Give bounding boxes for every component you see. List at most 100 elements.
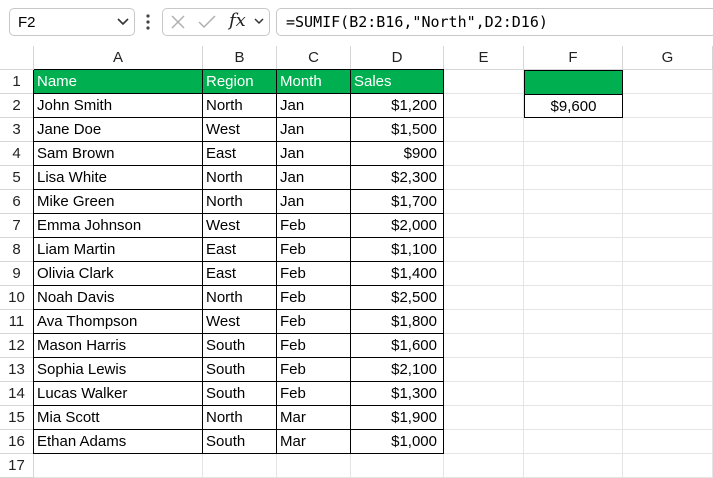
row-header-1[interactable]: 1 [0, 70, 34, 94]
column-header-f[interactable]: F [524, 46, 623, 70]
table-cell[interactable]: North [203, 286, 277, 310]
table-cell[interactable]: Mar [277, 406, 351, 430]
row-header-16[interactable]: 16 [0, 430, 34, 454]
row-header-13[interactable]: 13 [0, 358, 34, 382]
table-cell[interactable]: North [203, 94, 277, 118]
table-cell[interactable]: $1,900 [351, 406, 444, 430]
column-header-a[interactable]: A [34, 46, 203, 70]
table-header-cell[interactable]: Month [277, 70, 351, 94]
table-cell[interactable]: $2,000 [351, 214, 444, 238]
table-cell[interactable]: Mason Harris [34, 334, 203, 358]
insert-function-icon[interactable]: fx [229, 10, 246, 31]
table-cell[interactable]: Lucas Walker [34, 382, 203, 406]
table-cell[interactable]: Lisa White [34, 166, 203, 190]
table-cell[interactable]: South [203, 358, 277, 382]
table-cell[interactable]: $1,700 [351, 190, 444, 214]
row-header-10[interactable]: 10 [0, 286, 34, 310]
column-header-d[interactable]: D [351, 46, 444, 70]
table-header-cell[interactable]: Region [203, 70, 277, 94]
table-cell[interactable]: East [203, 238, 277, 262]
row-header-12[interactable]: 12 [0, 334, 34, 358]
table-cell[interactable]: East [203, 142, 277, 166]
table-cell[interactable]: North [203, 190, 277, 214]
table-cell[interactable]: $900 [351, 142, 444, 166]
table-cell[interactable]: Noah Davis [34, 286, 203, 310]
table-cell[interactable]: $1,100 [351, 238, 444, 262]
table-cell[interactable]: Feb [277, 358, 351, 382]
table-cell[interactable]: Feb [277, 262, 351, 286]
table-cell[interactable]: Feb [277, 310, 351, 334]
table-cell[interactable]: Mia Scott [34, 406, 203, 430]
select-all-corner[interactable] [0, 46, 34, 70]
more-vertical-icon[interactable] [146, 13, 150, 31]
table-cell[interactable]: North [203, 406, 277, 430]
table-cell[interactable]: Sam Brown [34, 142, 203, 166]
result-header-cell[interactable] [524, 70, 623, 94]
table-cell[interactable]: Feb [277, 382, 351, 406]
table-cell[interactable]: Feb [277, 334, 351, 358]
table-cell[interactable]: John Smith [34, 94, 203, 118]
result-value-cell[interactable]: $9,600 [524, 94, 623, 118]
table-cell[interactable]: Jan [277, 94, 351, 118]
column-header-b[interactable]: B [203, 46, 277, 70]
table-cell[interactable]: $2,500 [351, 286, 444, 310]
worksheet-grid[interactable]: A B C D E F G 1 2 3 4 5 6 7 8 9 10 11 12 13 14 15 16 17 Name Regi… [0, 46, 713, 478]
column-header-c[interactable]: C [277, 46, 351, 70]
table-cell[interactable]: Sophia Lewis [34, 358, 203, 382]
table-cell[interactable]: Liam Martin [34, 238, 203, 262]
table-cell[interactable]: Jan [277, 166, 351, 190]
table-cell[interactable]: Ethan Adams [34, 430, 203, 454]
row-header-5[interactable]: 5 [0, 166, 34, 190]
row-header-15[interactable]: 15 [0, 406, 34, 430]
table-cell[interactable]: Jan [277, 190, 351, 214]
row-header-14[interactable]: 14 [0, 382, 34, 406]
table-cell[interactable]: Olivia Clark [34, 262, 203, 286]
table-header-cell[interactable]: Sales [351, 70, 444, 94]
table-cell[interactable]: Jan [277, 142, 351, 166]
table-cell[interactable]: Feb [277, 238, 351, 262]
row-header-17[interactable]: 17 [0, 454, 34, 478]
table-cell[interactable]: $1,500 [351, 118, 444, 142]
table-cell[interactable]: Emma Johnson [34, 214, 203, 238]
table-cell[interactable]: North [203, 166, 277, 190]
table-cell[interactable]: Mar [277, 430, 351, 454]
table-cell[interactable]: South [203, 334, 277, 358]
table-cell[interactable]: $2,100 [351, 358, 444, 382]
chevron-down-icon[interactable] [253, 15, 265, 27]
table-cell[interactable]: $1,200 [351, 94, 444, 118]
table-cell[interactable]: South [203, 430, 277, 454]
chevron-down-icon[interactable] [116, 14, 130, 28]
column-header-g[interactable]: G [623, 46, 713, 70]
table-cell[interactable]: West [203, 310, 277, 334]
row-header-6[interactable]: 6 [0, 190, 34, 214]
table-cell[interactable]: $1,000 [351, 430, 444, 454]
table-cell[interactable]: West [203, 118, 277, 142]
table-cell[interactable]: Feb [277, 286, 351, 310]
cancel-icon[interactable] [170, 14, 186, 30]
column-header-e[interactable]: E [444, 46, 524, 70]
name-box[interactable]: F2 [9, 8, 135, 36]
table-cell[interactable]: South [203, 382, 277, 406]
table-cell[interactable]: $2,300 [351, 166, 444, 190]
formula-input[interactable]: =SUMIF(B2:B16,"North",D2:D16) [276, 8, 713, 36]
table-header-cell[interactable]: Name [34, 70, 203, 94]
table-cell[interactable]: Ava Thompson [34, 310, 203, 334]
table-cell[interactable]: Jane Doe [34, 118, 203, 142]
table-cell[interactable]: Jan [277, 118, 351, 142]
row-header-2[interactable]: 2 [0, 94, 34, 118]
enter-check-icon[interactable] [197, 14, 217, 30]
row-header-9[interactable]: 9 [0, 262, 34, 286]
table-cell[interactable]: Mike Green [34, 190, 203, 214]
row-header-3[interactable]: 3 [0, 118, 34, 142]
row-header-8[interactable]: 8 [0, 238, 34, 262]
table-cell[interactable]: $1,300 [351, 382, 444, 406]
table-cell[interactable]: $1,800 [351, 310, 444, 334]
row-header-4[interactable]: 4 [0, 142, 34, 166]
table-cell[interactable]: West [203, 214, 277, 238]
table-cell[interactable]: $1,600 [351, 334, 444, 358]
row-header-7[interactable]: 7 [0, 214, 34, 238]
row-header-11[interactable]: 11 [0, 310, 34, 334]
table-cell[interactable]: Feb [277, 214, 351, 238]
table-cell[interactable]: $1,400 [351, 262, 444, 286]
table-cell[interactable]: East [203, 262, 277, 286]
